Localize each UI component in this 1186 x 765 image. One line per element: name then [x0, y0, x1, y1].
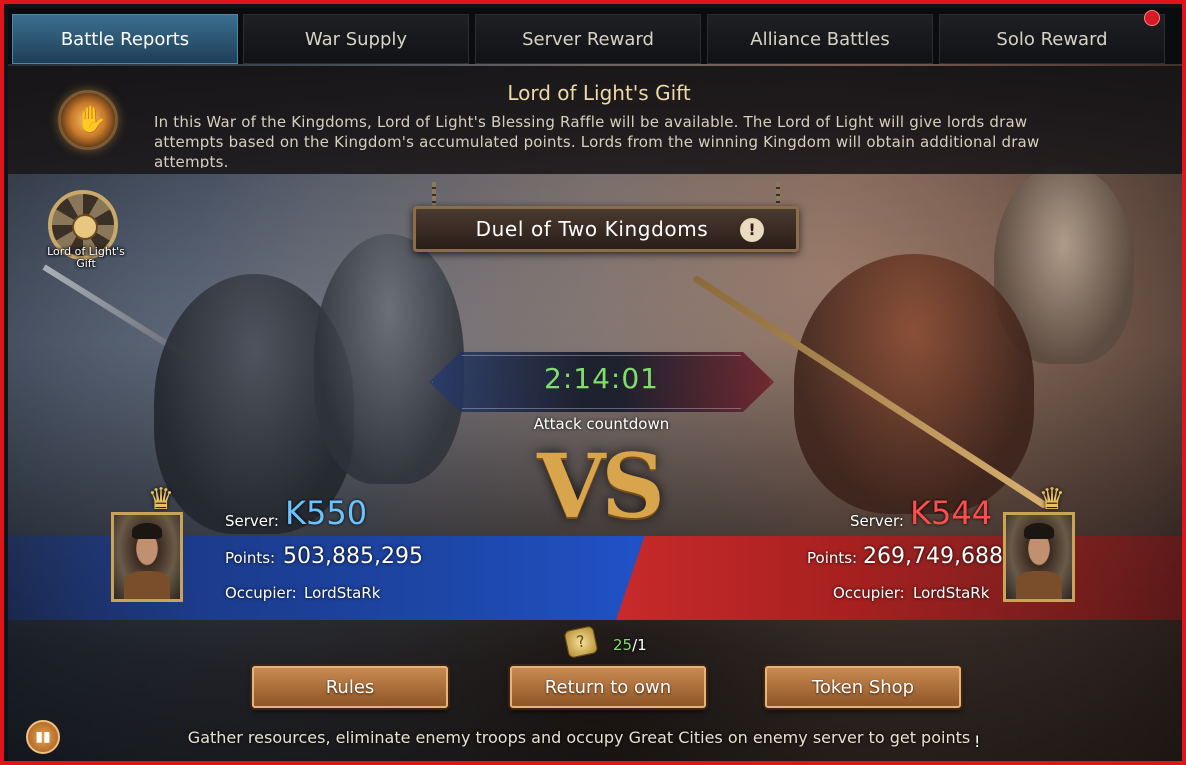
tab-solo-reward[interactable]: Solo Reward — [939, 14, 1165, 64]
gift-description: In this War of the Kingdoms, Lord of Lig… — [154, 113, 1040, 168]
duel-banner: Duel of Two Kingdoms ! — [413, 206, 799, 252]
gift-title: Lord of Light's Gift — [507, 81, 691, 105]
left-points-value: 503,885,295 — [283, 544, 423, 569]
lord-of-light-gift-button[interactable]: Lord of Light's Gift — [44, 190, 125, 278]
right-occupier-name: LordStaRk — [913, 584, 990, 602]
left-server-label: Server: — [225, 512, 279, 530]
crown-icon: ♛ — [147, 482, 175, 517]
game-window: Battle Reports War Supply Server Reward … — [0, 0, 1186, 765]
token-shop-button[interactable]: Token Shop — [765, 666, 961, 708]
right-points-label: Points: — [807, 549, 858, 567]
token-max: /1 — [632, 636, 647, 654]
footer-hint: Gather resources, eliminate enemy troops… — [187, 728, 971, 747]
lord-of-light-gift-label: Lord of Light's Gift — [47, 245, 125, 270]
lord-of-light-hand-icon — [58, 90, 118, 150]
token-count: 25/1 — [613, 636, 647, 654]
left-points-label: Points: — [225, 549, 276, 567]
return-to-own-button[interactable]: Return to own — [510, 666, 706, 708]
left-occupier-avatar[interactable] — [111, 512, 183, 602]
info-icon[interactable]: ! — [740, 218, 764, 242]
notification-dot — [1144, 10, 1160, 26]
right-server-label: Server: — [850, 512, 904, 530]
left-server-id: K550 — [285, 494, 368, 532]
tab-battle-reports[interactable]: Battle Reports — [12, 14, 238, 64]
left-occupier-name: LordStaRk — [304, 584, 381, 602]
banner-chain-right — [776, 182, 780, 208]
tab-bar: Battle Reports War Supply Server Reward … — [8, 8, 1182, 64]
duel-title: Duel of Two Kingdoms — [475, 217, 709, 241]
attack-countdown-timer: 2:14:01 — [544, 362, 659, 395]
right-points-value: 269,749,688 — [863, 544, 1003, 569]
right-occupier-avatar[interactable] — [1003, 512, 1075, 602]
bar-chart-icon[interactable]: ▮▮ — [26, 720, 60, 754]
tab-alliance-battles[interactable]: Alliance Battles — [707, 14, 933, 64]
token-current: 25 — [613, 636, 633, 654]
footer-info-icon[interactable]: ! — [974, 732, 980, 751]
heroine-left-illustration — [314, 234, 464, 484]
right-occupier-label: Occupier: — [833, 584, 905, 602]
tab-server-reward[interactable]: Server Reward — [475, 14, 701, 64]
rules-button[interactable]: Rules — [252, 666, 448, 708]
versus-emblem: VS — [537, 434, 665, 538]
attack-countdown-label: Attack countdown — [533, 415, 670, 433]
tab-war-supply[interactable]: War Supply — [243, 14, 469, 64]
left-occupier-label: Occupier: — [225, 584, 297, 602]
banner-chain-left — [432, 182, 436, 208]
crown-icon: ♛ — [1038, 482, 1066, 517]
right-server-id: K544 — [910, 494, 993, 532]
